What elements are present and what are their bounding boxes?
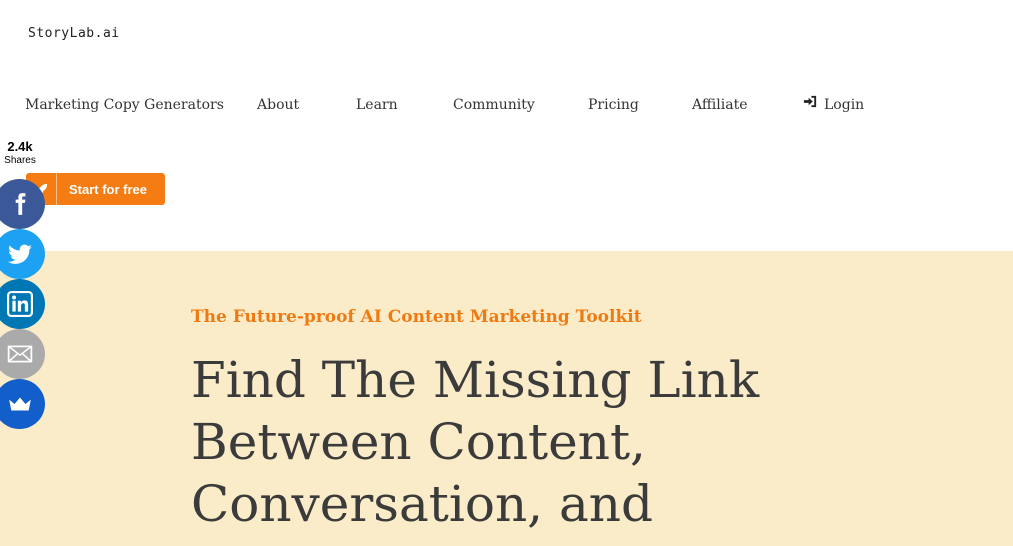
nav-item-affiliate[interactable]: Affiliate bbox=[692, 94, 748, 116]
hero-eyebrow: The Future-proof AI Content Marketing To… bbox=[191, 307, 642, 327]
main-nav: Marketing Copy Generators About Learn Co… bbox=[0, 94, 1013, 118]
share-counter: 2.4k Shares bbox=[0, 140, 40, 167]
email-icon bbox=[7, 345, 32, 363]
login-label: Login bbox=[824, 97, 865, 113]
site-logo[interactable]: StoryLab.ai bbox=[28, 26, 120, 41]
nav-item-pricing[interactable]: Pricing bbox=[588, 94, 639, 116]
facebook-icon bbox=[15, 193, 25, 215]
nav-item-learn[interactable]: Learn bbox=[356, 94, 398, 116]
hero-headline: Find The Missing Link Between Content, C… bbox=[191, 349, 811, 535]
nav-item-about[interactable]: About bbox=[257, 94, 299, 116]
linkedin-icon bbox=[6, 291, 33, 317]
nav-item-community[interactable]: Community bbox=[453, 94, 535, 116]
share-label: Shares bbox=[4, 155, 36, 166]
cta-label: Start for free bbox=[69, 181, 148, 197]
share-count: 2.4k bbox=[7, 139, 33, 154]
nav-item-marketing-copy-generators[interactable]: Marketing Copy Generators bbox=[25, 94, 224, 116]
start-for-free-button[interactable]: Start for free bbox=[26, 173, 165, 205]
headline-line: Between Content, bbox=[191, 413, 646, 471]
share-facebook-button[interactable] bbox=[0, 179, 45, 229]
nav-item-login[interactable]: Login bbox=[803, 94, 864, 116]
twitter-icon bbox=[7, 244, 32, 264]
headline-line: Conversation, and bbox=[191, 475, 653, 533]
headline-line: Find The Missing Link bbox=[191, 351, 760, 409]
sign-in-icon bbox=[803, 94, 818, 116]
crown-icon bbox=[8, 397, 31, 411]
